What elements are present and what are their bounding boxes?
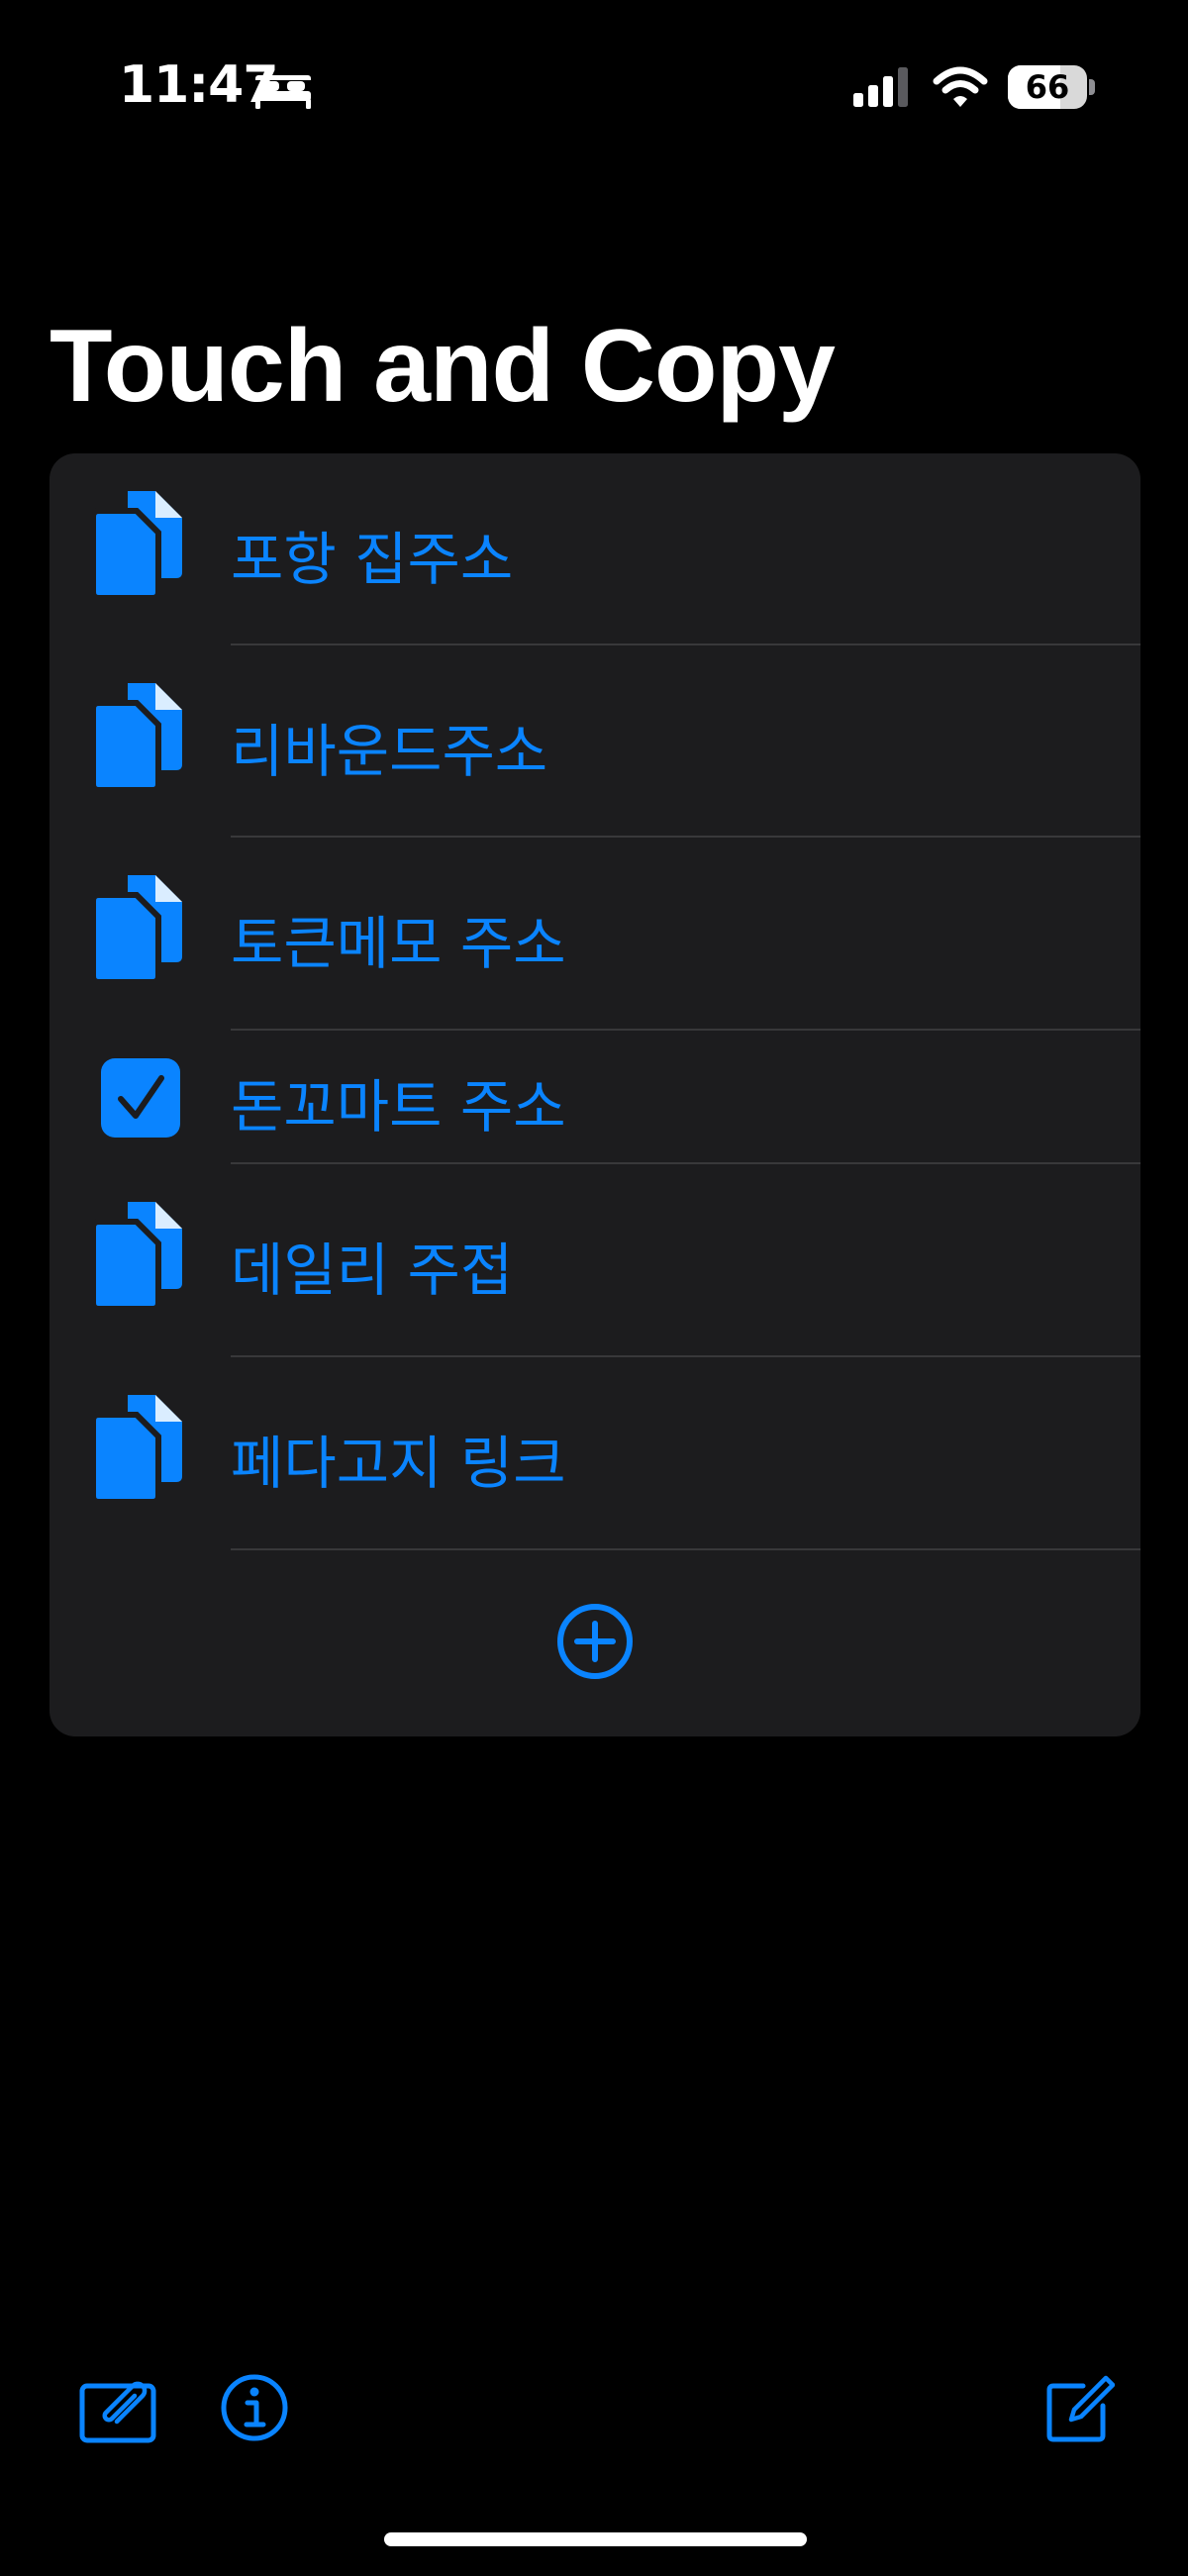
bed-icon (255, 75, 311, 109)
compose-icon (1046, 2375, 1115, 2442)
copy-list-card: 포항 집주소 리바운드주소 토큰메모 주소 돈꼬마트 주소 데일리 주접 페다고… (50, 453, 1140, 1736)
battery-indicator: 66 (1008, 65, 1087, 109)
list-item-label: 포항 집주소 (231, 526, 514, 593)
attachment-note-button[interactable] (79, 2378, 158, 2443)
row-separator (231, 1548, 1140, 1550)
list-item[interactable]: 토큰메모 주소 (50, 838, 1140, 1031)
status-bar: 11:47 66 (0, 0, 1188, 178)
document-copy-icon (93, 683, 182, 790)
compose-button[interactable] (1045, 2374, 1115, 2443)
list-item-label: 토큰메모 주소 (231, 910, 566, 977)
home-indicator[interactable] (384, 2532, 807, 2546)
checkmark-square-icon (101, 1058, 180, 1138)
list-item-label: 데일리 주접 (231, 1237, 514, 1304)
cellular-signal-icon (853, 67, 908, 107)
list-item[interactable]: 페다고지 링크 (50, 1357, 1140, 1550)
document-copy-icon (93, 1395, 182, 1502)
list-item[interactable]: 포항 집주소 (50, 453, 1140, 645)
list-item[interactable]: 데일리 주접 (50, 1164, 1140, 1357)
page-title: Touch and Copy (50, 309, 836, 424)
document-copy-icon (93, 875, 182, 982)
attachment-note-icon (79, 2381, 156, 2443)
list-item-label: 페다고지 링크 (231, 1430, 566, 1497)
wifi-icon (933, 66, 988, 107)
battery-percent: 66 (1025, 68, 1070, 106)
document-copy-icon (93, 1202, 182, 1309)
list-item[interactable]: 리바운드주소 (50, 645, 1140, 838)
status-time: 11:47 (119, 55, 279, 115)
battery-cap (1089, 79, 1095, 95)
info-icon (221, 2374, 288, 2441)
plus-circle-icon (557, 1604, 633, 1679)
add-item-button[interactable] (555, 1602, 635, 1681)
info-button[interactable] (220, 2373, 289, 2442)
list-item-label: 리바운드주소 (231, 718, 548, 785)
list-item[interactable]: 돈꼬마트 주소 (50, 1031, 1140, 1164)
list-item-label: 돈꼬마트 주소 (231, 1073, 566, 1140)
document-copy-icon (93, 491, 182, 598)
